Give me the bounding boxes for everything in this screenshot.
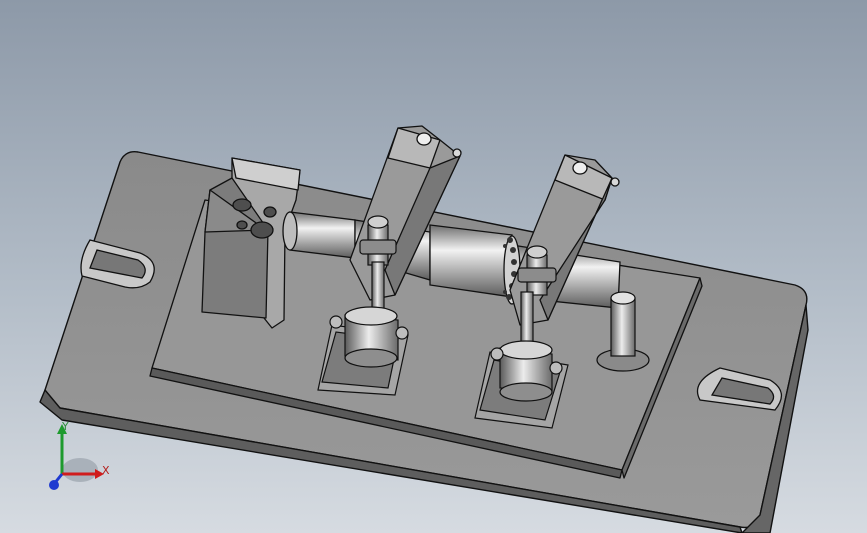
3d-viewport[interactable]: X Y [0,0,867,533]
x-axis-label: X [102,464,110,477]
fixture-model[interactable] [0,0,867,533]
triad-graphic [49,424,104,490]
y-axis-label: Y [62,420,69,433]
axis-triad: X Y [40,418,120,498]
